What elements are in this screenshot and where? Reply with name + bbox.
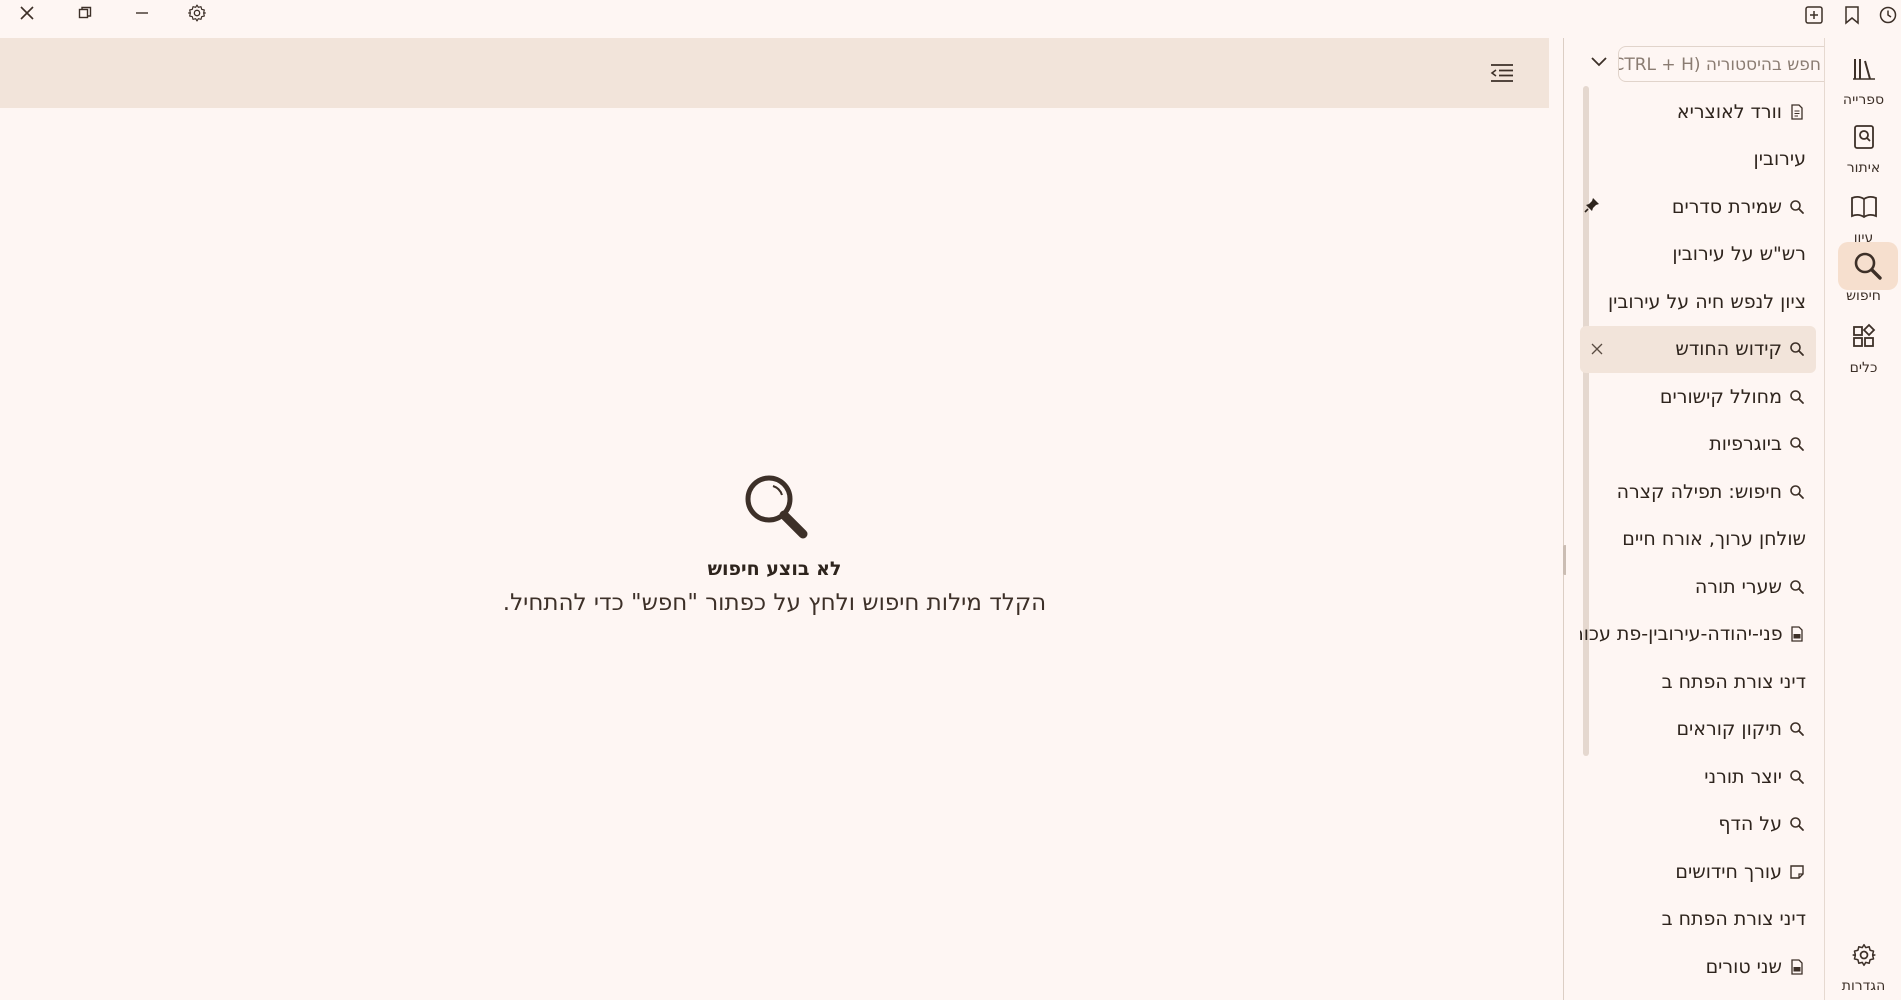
history-item-label: שני טורים xyxy=(1705,955,1782,978)
history-item[interactable]: יוצר תורני xyxy=(1580,753,1816,801)
empty-state-title: לא בוצע חיפוש xyxy=(707,558,842,580)
history-item[interactable]: שערי תורה xyxy=(1580,563,1816,611)
history-item-label: קידוש החודש xyxy=(1675,338,1782,361)
toggle-panel-button[interactable] xyxy=(1488,60,1516,86)
history-list: וורד לאוצריא עירובין שמירת סדרים רש"ש על עי… xyxy=(1580,88,1816,991)
search-icon xyxy=(1788,436,1806,452)
history-item[interactable]: שמירת סדרים xyxy=(1580,183,1816,231)
gear-icon xyxy=(1847,938,1881,972)
history-item-label: שערי תורה xyxy=(1694,575,1782,598)
pdf-icon xyxy=(1788,959,1806,975)
close-icon[interactable] xyxy=(1588,340,1606,358)
close-icon xyxy=(20,6,34,20)
document-icon xyxy=(1788,104,1806,120)
history-item[interactable]: חיפוש: תפילה קצרה xyxy=(1580,468,1816,516)
rail-item[interactable]: ספרייה xyxy=(1825,42,1901,118)
history-item-label: חיפוש: תפילה קצרה xyxy=(1616,480,1782,503)
minimize-icon xyxy=(136,12,148,14)
title-bar xyxy=(0,0,1901,38)
empty-state: לא בוצע חיפוש הקלד מילות חיפוש ולחץ על כ… xyxy=(0,470,1549,616)
rail-item-label: חיפוש xyxy=(1846,288,1881,304)
history-item-label: פני-יהודה-עירובין-פת עכור xyxy=(1580,623,1783,646)
add-tab-icon xyxy=(1805,6,1823,24)
history-item[interactable]: רש"ש על עירובין xyxy=(1580,231,1816,279)
history-item-label: דיני צורת הפתח ב xyxy=(1661,908,1806,931)
new-tab-button[interactable] xyxy=(1800,2,1828,28)
rail-item-label: ספרייה xyxy=(1842,92,1885,108)
rail-item-label: כלים xyxy=(1849,360,1878,376)
rail-item[interactable]: איתור xyxy=(1825,110,1901,186)
rail-settings[interactable]: הגדרות xyxy=(1825,928,1901,1000)
history-item-label: ציון לנפש חיה על עירובין xyxy=(1608,290,1806,313)
history-item-label: ביוגרפיות xyxy=(1709,433,1782,456)
search-icon xyxy=(745,475,807,539)
panel-splitter[interactable] xyxy=(1549,38,1567,1000)
history-item-label: שמירת סדרים xyxy=(1671,195,1782,218)
history-item-label: יוצר תורני xyxy=(1704,765,1782,788)
gear-icon xyxy=(188,4,206,22)
history-item[interactable]: תיקון קוראים xyxy=(1580,706,1816,754)
history-item[interactable]: וורד לאוצריא xyxy=(1580,88,1816,136)
restore-button[interactable] xyxy=(65,0,105,26)
history-item[interactable]: קידוש החודש xyxy=(1580,325,1816,373)
history-search-input[interactable]: חפש בהיסטוריה (CTRL + H) xyxy=(1618,46,1834,82)
history-button[interactable] xyxy=(1874,2,1901,28)
history-item-label: מחולל קישורים xyxy=(1659,385,1782,408)
rail-settings-label: הגדרות xyxy=(1841,978,1886,994)
minimize-button[interactable] xyxy=(122,0,162,26)
history-item[interactable]: ציון לנפש חיה על עירובין xyxy=(1580,278,1816,326)
bookmark-icon xyxy=(1845,6,1859,25)
history-item-label: רש"ש על עירובין xyxy=(1672,243,1806,266)
search-icon xyxy=(1788,816,1806,832)
find-book-icon xyxy=(1847,120,1881,154)
history-item[interactable]: שולחן ערוך, אורח חיים xyxy=(1580,516,1816,564)
navigation-rail: הגדרות ספרייה איתור עיון חיפוש כלים xyxy=(1824,38,1901,1000)
history-panel: חפש בהיסטוריה (CTRL + H) וורד לאוצריא עיר… xyxy=(1566,38,1834,1000)
history-item[interactable]: דיני צורת הפתח ב xyxy=(1580,658,1816,706)
close-button[interactable] xyxy=(7,0,47,26)
history-item[interactable]: שני טורים xyxy=(1580,943,1816,991)
history-icon xyxy=(1879,6,1897,24)
menu-lines-icon xyxy=(1490,64,1513,82)
chevron-down-icon xyxy=(1591,57,1607,67)
search-icon xyxy=(1788,769,1806,785)
open-book-icon xyxy=(1847,190,1881,224)
history-item-label: דיני צורת הפתח ב xyxy=(1661,670,1806,693)
search-icon xyxy=(1788,341,1806,357)
restore-icon xyxy=(78,6,92,19)
history-collapse-button[interactable] xyxy=(1587,50,1611,74)
window-settings-button[interactable] xyxy=(177,0,217,26)
history-item-label: תיקון קוראים xyxy=(1676,718,1782,741)
history-item-label: וורד לאוצריא xyxy=(1676,100,1782,123)
history-item[interactable]: על הדף xyxy=(1580,801,1816,849)
pin-icon[interactable] xyxy=(1584,196,1600,218)
note-icon xyxy=(1788,864,1806,880)
history-item-label: שולחן ערוך, אורח חיים xyxy=(1622,528,1806,551)
library-icon xyxy=(1847,52,1881,86)
history-item[interactable]: דיני צורת הפתח ב xyxy=(1580,896,1816,944)
history-item-label: עורך חידושים xyxy=(1675,860,1782,883)
rail-item[interactable]: כלים xyxy=(1825,310,1901,386)
rail-item-label: איתור xyxy=(1846,160,1881,176)
search-icon xyxy=(1838,242,1898,290)
search-icon xyxy=(1788,484,1806,500)
history-item-label: עירובין xyxy=(1753,148,1806,171)
history-item[interactable]: מחולל קישורים xyxy=(1580,373,1816,421)
history-item[interactable]: עירובין xyxy=(1580,136,1816,184)
history-item[interactable]: פני-יהודה-עירובין-פת עכור xyxy=(1580,611,1816,659)
empty-state-subtitle: הקלד מילות חיפוש ולחץ על כפתור "חפש" כדי… xyxy=(502,590,1047,616)
history-item-label: על הדף xyxy=(1718,813,1782,836)
search-icon xyxy=(1788,199,1806,215)
history-item[interactable]: ביוגרפיות xyxy=(1580,421,1816,469)
search-icon xyxy=(1788,579,1806,595)
bookmark-button[interactable] xyxy=(1838,2,1866,28)
pdf-icon xyxy=(1789,626,1806,642)
tools-icon xyxy=(1847,320,1881,354)
splitter-line xyxy=(1563,38,1564,1000)
search-icon xyxy=(1788,389,1806,405)
search-icon xyxy=(1788,721,1806,737)
rail-item[interactable]: חיפוש xyxy=(1825,238,1901,314)
history-item[interactable]: עורך חידושים xyxy=(1580,848,1816,896)
search-toolbar xyxy=(0,38,1549,108)
